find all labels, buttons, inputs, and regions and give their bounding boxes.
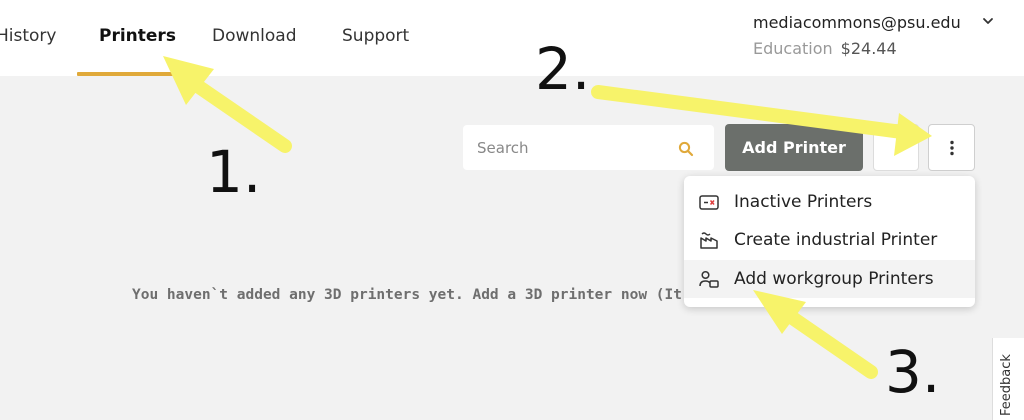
account-balance: $24.44 — [840, 39, 897, 58]
feedback-label: Feedback — [999, 354, 1014, 416]
annotation-step-2: 2. — [535, 35, 591, 103]
menu-item-label: Create industrial Printer — [734, 230, 938, 250]
tab-download[interactable]: Download — [212, 26, 297, 46]
inactive-printer-icon — [699, 195, 719, 210]
more-options-button[interactable] — [928, 124, 975, 171]
feedback-tab[interactable]: Feedback — [992, 338, 1024, 420]
search-field[interactable] — [463, 125, 714, 170]
menu-item-label: Add workgroup Printers — [734, 269, 934, 289]
plan-name: Education — [753, 39, 833, 58]
tab-support[interactable]: Support — [342, 26, 409, 46]
search-icon[interactable] — [678, 141, 694, 157]
chevron-down-icon[interactable] — [982, 16, 994, 26]
workgroup-icon — [699, 270, 719, 288]
account-email[interactable]: mediacommons@psu.edu — [753, 13, 961, 32]
menu-item-inactive-printers[interactable]: Inactive Printers — [684, 183, 975, 221]
factory-icon — [700, 232, 718, 249]
empty-state-message: You haven`t added any 3D printers yet. A… — [132, 287, 682, 303]
menu-item-label: Inactive Printers — [734, 192, 873, 212]
secondary-toolbar-button[interactable] — [873, 124, 919, 171]
more-options-menu: Inactive Printers Create industrial Prin… — [684, 176, 975, 307]
menu-item-create-industrial-printer[interactable]: Create industrial Printer — [684, 221, 975, 259]
search-input[interactable] — [475, 135, 669, 161]
kebab-vertical-icon — [950, 140, 954, 156]
active-tab-indicator — [77, 72, 187, 76]
tab-printers[interactable]: Printers — [99, 26, 176, 46]
menu-item-add-workgroup-printers[interactable]: Add workgroup Printers — [684, 260, 975, 298]
tab-history[interactable]: History — [0, 26, 56, 46]
top-navigation-bar: History Printers Download Support mediac… — [0, 0, 1024, 76]
annotation-step-1: 1. — [206, 138, 262, 206]
annotation-step-3: 3. — [885, 338, 941, 406]
add-printer-button[interactable]: Add Printer — [725, 124, 863, 171]
account-plan: Education $24.44 — [753, 39, 897, 58]
